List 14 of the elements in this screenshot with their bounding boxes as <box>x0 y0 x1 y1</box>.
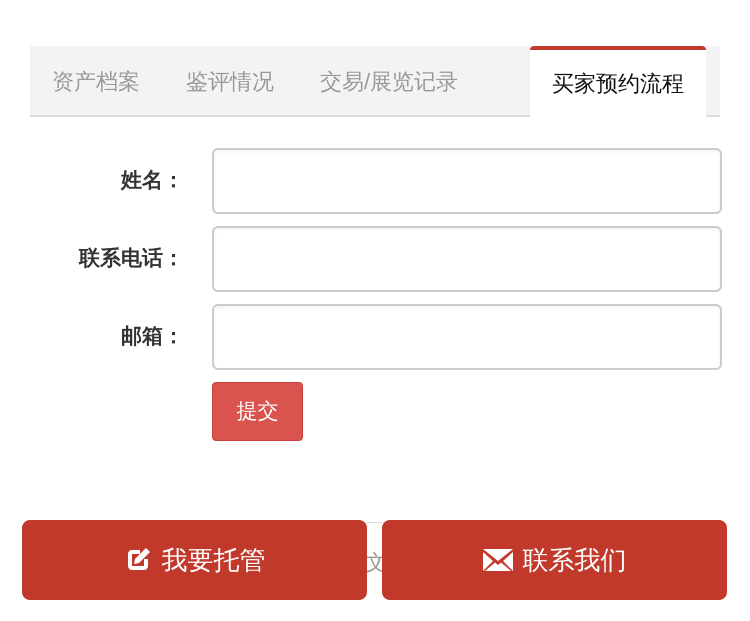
tab[interactable]: 交易/展览记录 <box>306 46 472 117</box>
input-field[interactable] <box>212 304 722 370</box>
contact-button[interactable]: 联系我们 <box>382 520 727 600</box>
tab[interactable]: 买家预约流程 <box>530 46 706 117</box>
tab[interactable]: 资产档案 <box>38 46 154 117</box>
field-label: 联系电话： <box>78 246 184 272</box>
field-label: 姓名： <box>120 168 184 194</box>
submit-button[interactable]: 提交 <box>212 382 303 441</box>
input-field[interactable] <box>212 226 722 292</box>
mail-icon <box>482 549 512 571</box>
input-field[interactable] <box>212 148 722 214</box>
entrust-button[interactable]: 我要托管 <box>22 520 367 600</box>
tab[interactable]: 鉴评情况 <box>172 46 288 117</box>
field-label: 邮箱： <box>120 324 184 350</box>
